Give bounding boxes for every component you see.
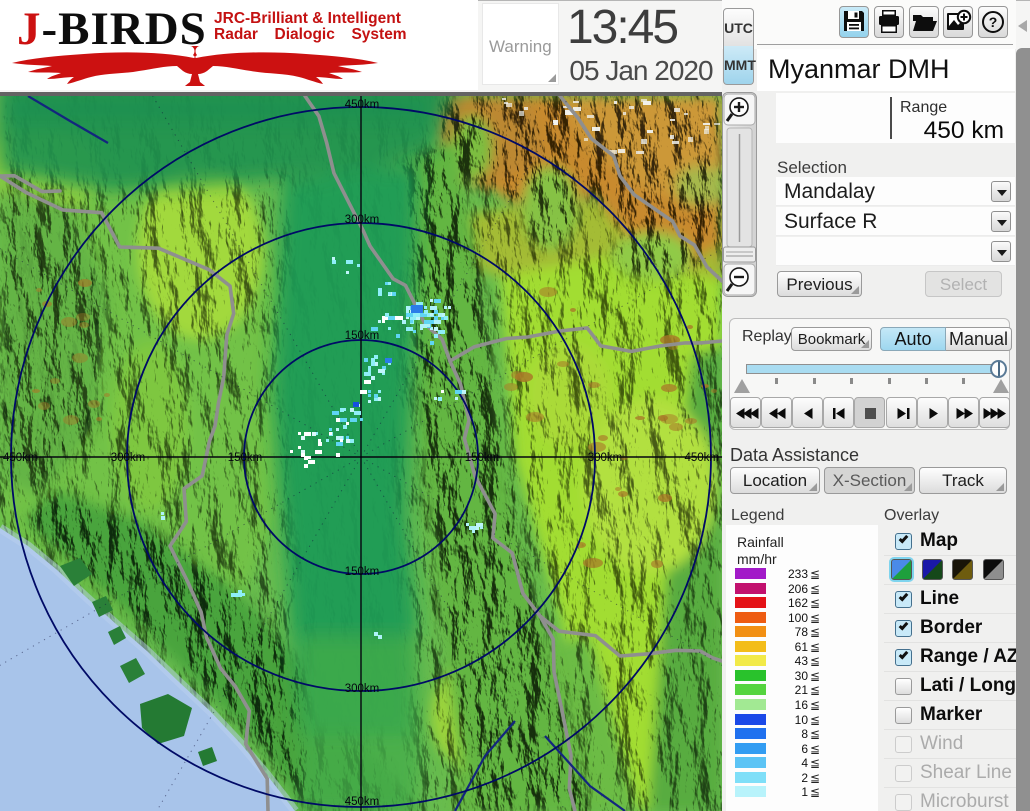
svg-text:450km: 450km <box>345 796 380 808</box>
svg-text:300km: 300km <box>345 214 380 226</box>
svg-text:150km: 150km <box>228 452 263 464</box>
svg-text:150km: 150km <box>345 330 380 342</box>
svg-text:450km: 450km <box>3 452 38 464</box>
svg-text:?: ? <box>989 14 998 30</box>
svg-text:300km: 300km <box>111 452 146 464</box>
svg-text:450km: 450km <box>684 452 719 464</box>
svg-text:450km: 450km <box>345 99 380 111</box>
svg-text:300km: 300km <box>588 452 623 464</box>
svg-text:150km: 150km <box>465 452 500 464</box>
svg-text:150km: 150km <box>345 566 380 578</box>
svg-text:300km: 300km <box>345 683 380 695</box>
